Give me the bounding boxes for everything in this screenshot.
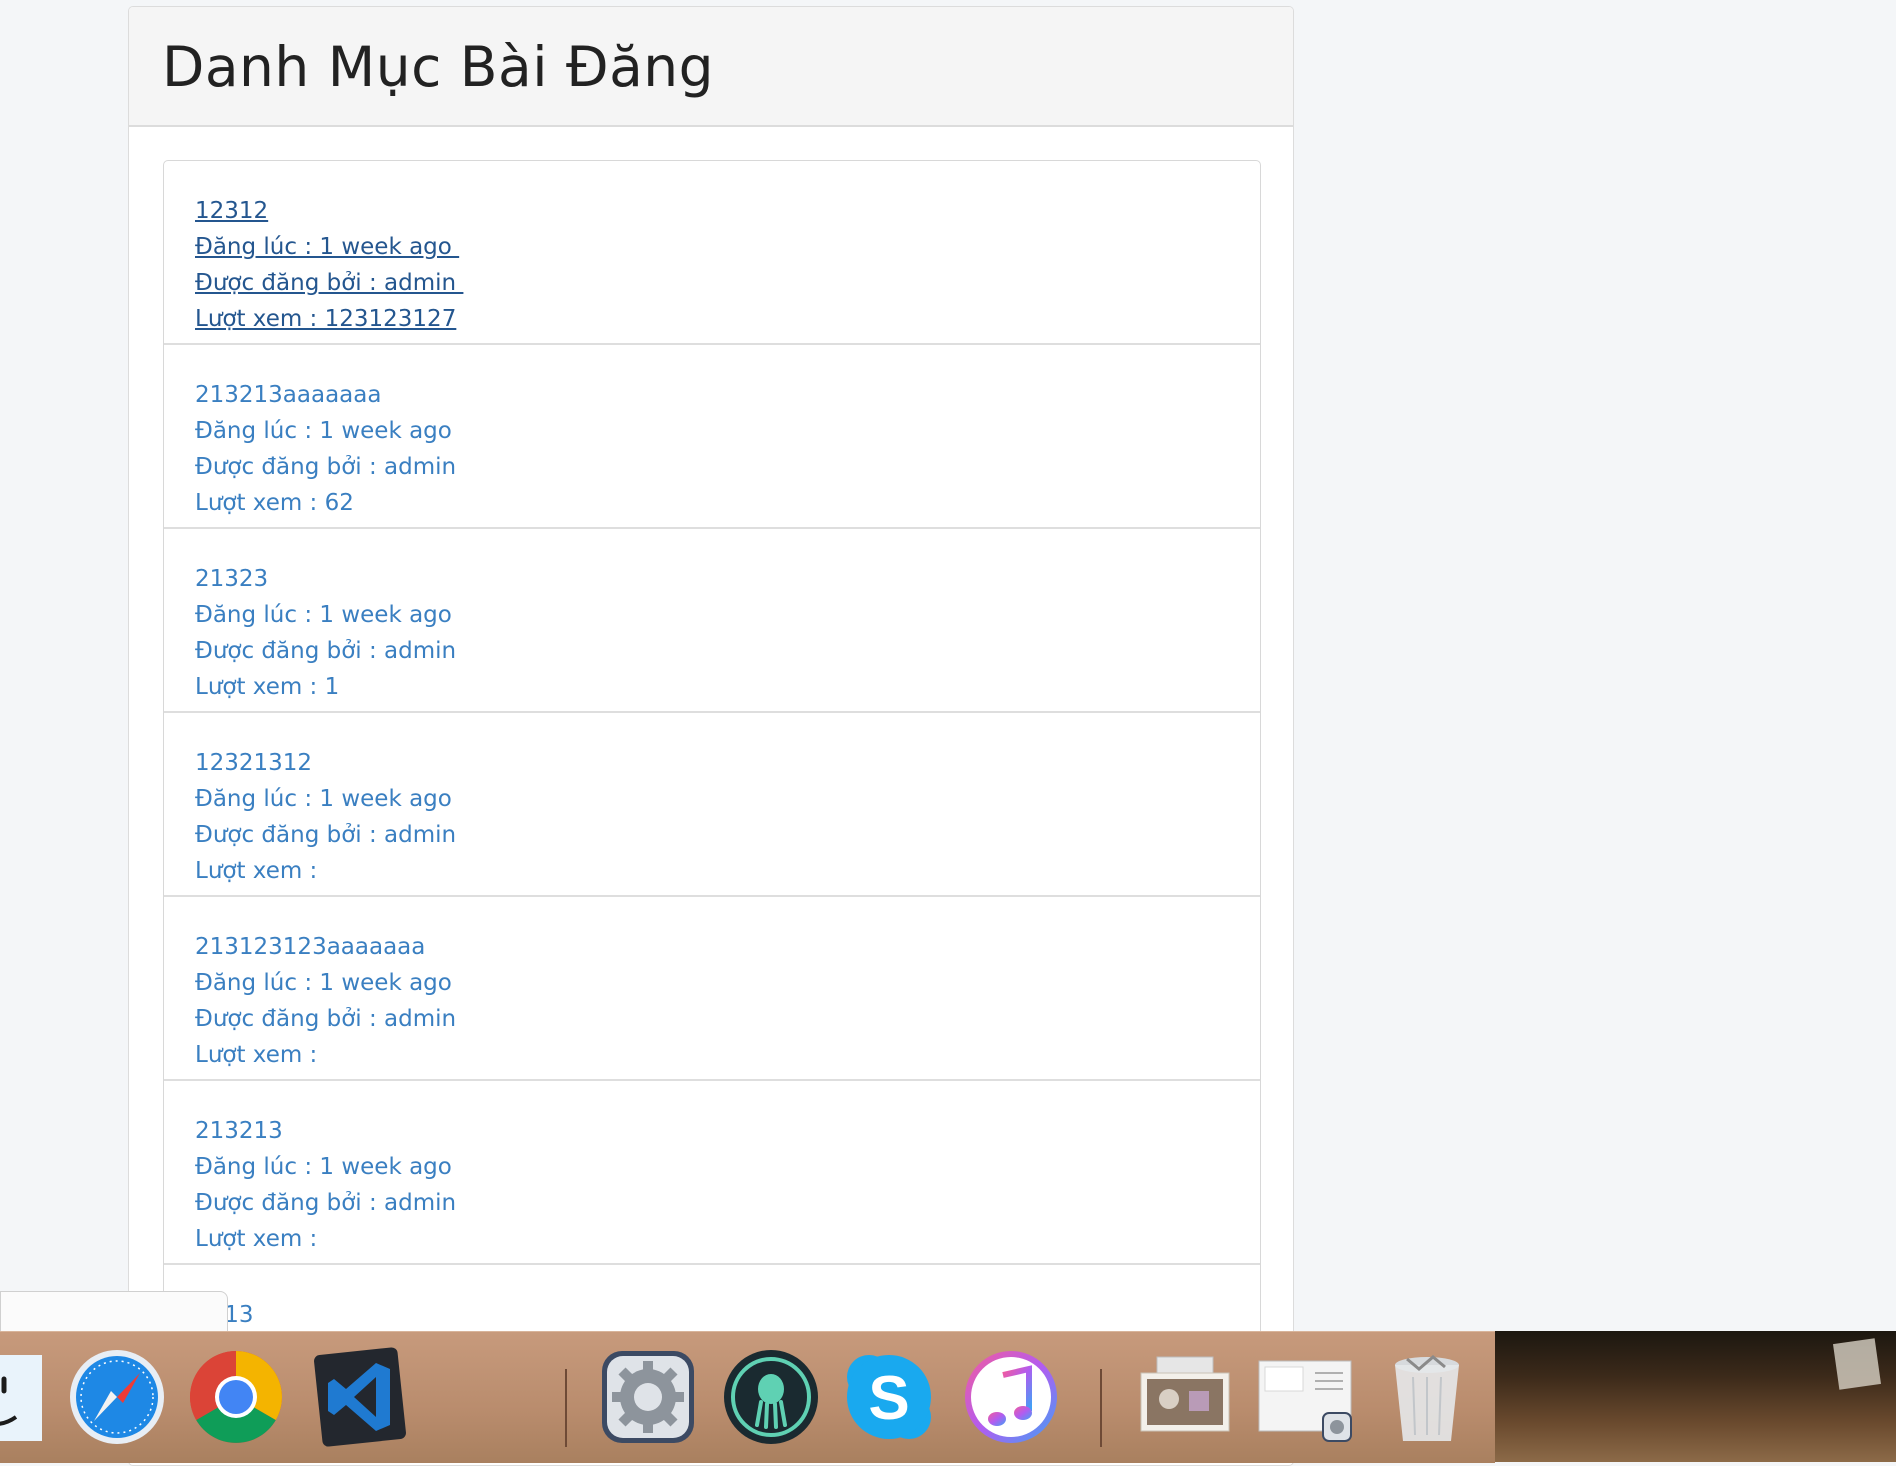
post-views-link[interactable]: Lượt xem : 123123127 (195, 301, 1260, 337)
screenshot-stack-icon[interactable] (1255, 1347, 1355, 1447)
panel-heading: Danh Mục Bài Đăng (129, 7, 1293, 127)
post-date-link[interactable]: Đăng lúc : 1 week ago (195, 229, 1260, 265)
post-list: 12312 Đăng lúc : 1 week ago Được đăng bở… (163, 160, 1261, 1450)
safari-icon[interactable] (67, 1347, 167, 1447)
post-author-link[interactable]: Được đăng bởi : admin (195, 1001, 1260, 1037)
post-title-link[interactable]: 3213 (195, 1297, 1260, 1333)
post-author-link[interactable]: Được đăng bởi : admin (195, 817, 1260, 853)
post-title-link[interactable]: 213213 (195, 1113, 1260, 1149)
chrome-icon[interactable] (186, 1347, 286, 1447)
post-title-link[interactable]: 213123123aaaaaaa (195, 929, 1260, 965)
post-author-link[interactable]: Được đăng bởi : admin (195, 449, 1260, 485)
vscode-icon[interactable] (310, 1347, 410, 1447)
post-date-link[interactable]: Đăng lúc : 1 week ago (195, 781, 1260, 817)
post-item: 12321312 Đăng lúc : 1 week ago Được đăng… (164, 713, 1260, 897)
post-author-link[interactable]: Được đăng bởi : admin (195, 633, 1260, 669)
post-date-link[interactable]: Đăng lúc : 1 week ago (195, 413, 1260, 449)
popup-panel (0, 1291, 228, 1335)
dock-separator (1100, 1369, 1102, 1447)
dock-separator (565, 1369, 567, 1447)
post-date-link[interactable]: Đăng lúc : 1 week ago (195, 965, 1260, 1001)
posts-panel: Danh Mục Bài Đăng 12312 Đăng lúc : 1 wee… (128, 6, 1294, 1466)
post-author-link[interactable]: Được đăng bởi : admin (195, 265, 1260, 301)
svg-text:S: S (868, 1364, 909, 1433)
post-title-link[interactable]: 21323 (195, 561, 1260, 597)
post-date-link[interactable]: Đăng lúc : 1 week ago (195, 597, 1260, 633)
trash-icon[interactable] (1377, 1347, 1477, 1447)
post-item: 213123123aaaaaaa Đăng lúc : 1 week ago Đ… (164, 897, 1260, 1081)
post-item: 213213 Đăng lúc : 1 week ago Được đăng b… (164, 1081, 1260, 1265)
post-views-link[interactable]: Lượt xem : 1 (195, 669, 1260, 705)
post-item: 12312 Đăng lúc : 1 week ago Được đăng bở… (164, 161, 1260, 345)
post-author-link[interactable]: Được đăng bởi : admin (195, 1185, 1260, 1221)
system-preferences-icon[interactable] (598, 1347, 698, 1447)
post-title-link[interactable]: 12321312 (195, 745, 1260, 781)
skype-icon[interactable]: S (839, 1347, 939, 1447)
page-title: Danh Mục Bài Đăng (162, 35, 715, 99)
gitkraken-icon[interactable] (721, 1347, 821, 1447)
post-title-link[interactable]: 12312 (195, 193, 1260, 229)
wallpaper-paper-detail (1833, 1338, 1881, 1390)
dock: S (0, 1331, 1495, 1463)
itunes-icon[interactable] (961, 1347, 1061, 1447)
post-title-link[interactable]: 213213aaaaaaa (195, 377, 1260, 413)
post-date-link[interactable]: Đăng lúc : 1 week ago (195, 1149, 1260, 1185)
desktop-wallpaper (1495, 1331, 1896, 1462)
post-views-link[interactable]: Lượt xem : 62 (195, 485, 1260, 521)
finder-icon[interactable] (0, 1347, 46, 1447)
post-item: 213213aaaaaaa Đăng lúc : 1 week ago Được… (164, 345, 1260, 529)
post-views-link[interactable]: Lượt xem : (195, 1221, 1260, 1257)
post-views-link[interactable]: Lượt xem : (195, 1037, 1260, 1073)
post-views-link[interactable]: Lượt xem : (195, 853, 1260, 889)
post-item: 21323 Đăng lúc : 1 week ago Được đăng bở… (164, 529, 1260, 713)
downloads-stack-icon[interactable] (1135, 1347, 1235, 1447)
